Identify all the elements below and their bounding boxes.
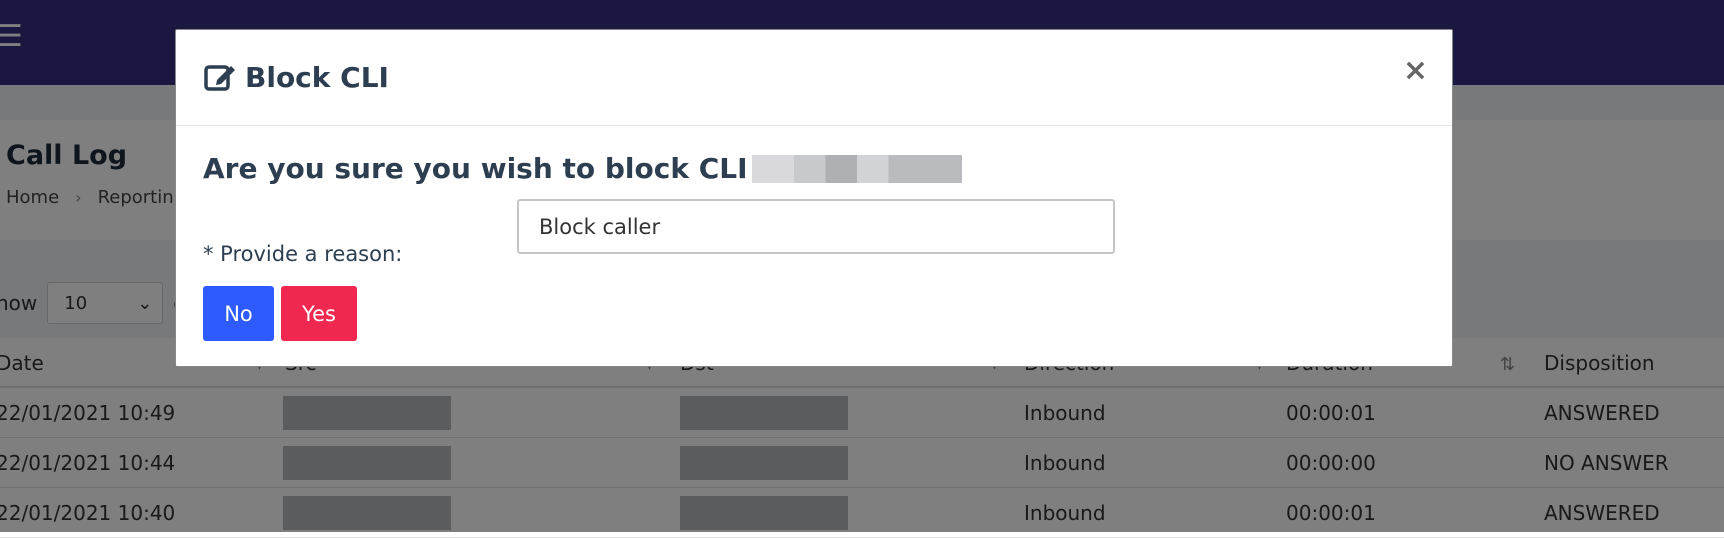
reason-input[interactable] <box>517 199 1115 254</box>
reason-label: * Provide a reason: <box>203 242 403 266</box>
modal-title-text: Block CLI <box>245 60 389 94</box>
edit-icon <box>204 65 235 91</box>
question-text: Are you sure you wish to block CLI <box>203 152 748 185</box>
modal-header: Block CLI × <box>176 30 1452 126</box>
confirm-question: Are you sure you wish to block CLI <box>203 152 962 185</box>
modal-title: Block CLI <box>203 60 389 94</box>
no-button[interactable]: No <box>203 286 274 341</box>
yes-button[interactable]: Yes <box>281 286 357 341</box>
redacted-cli-number <box>751 154 962 183</box>
block-cli-modal: Block CLI × Are you sure you wish to blo… <box>175 29 1453 367</box>
close-button[interactable]: × <box>1403 56 1428 86</box>
